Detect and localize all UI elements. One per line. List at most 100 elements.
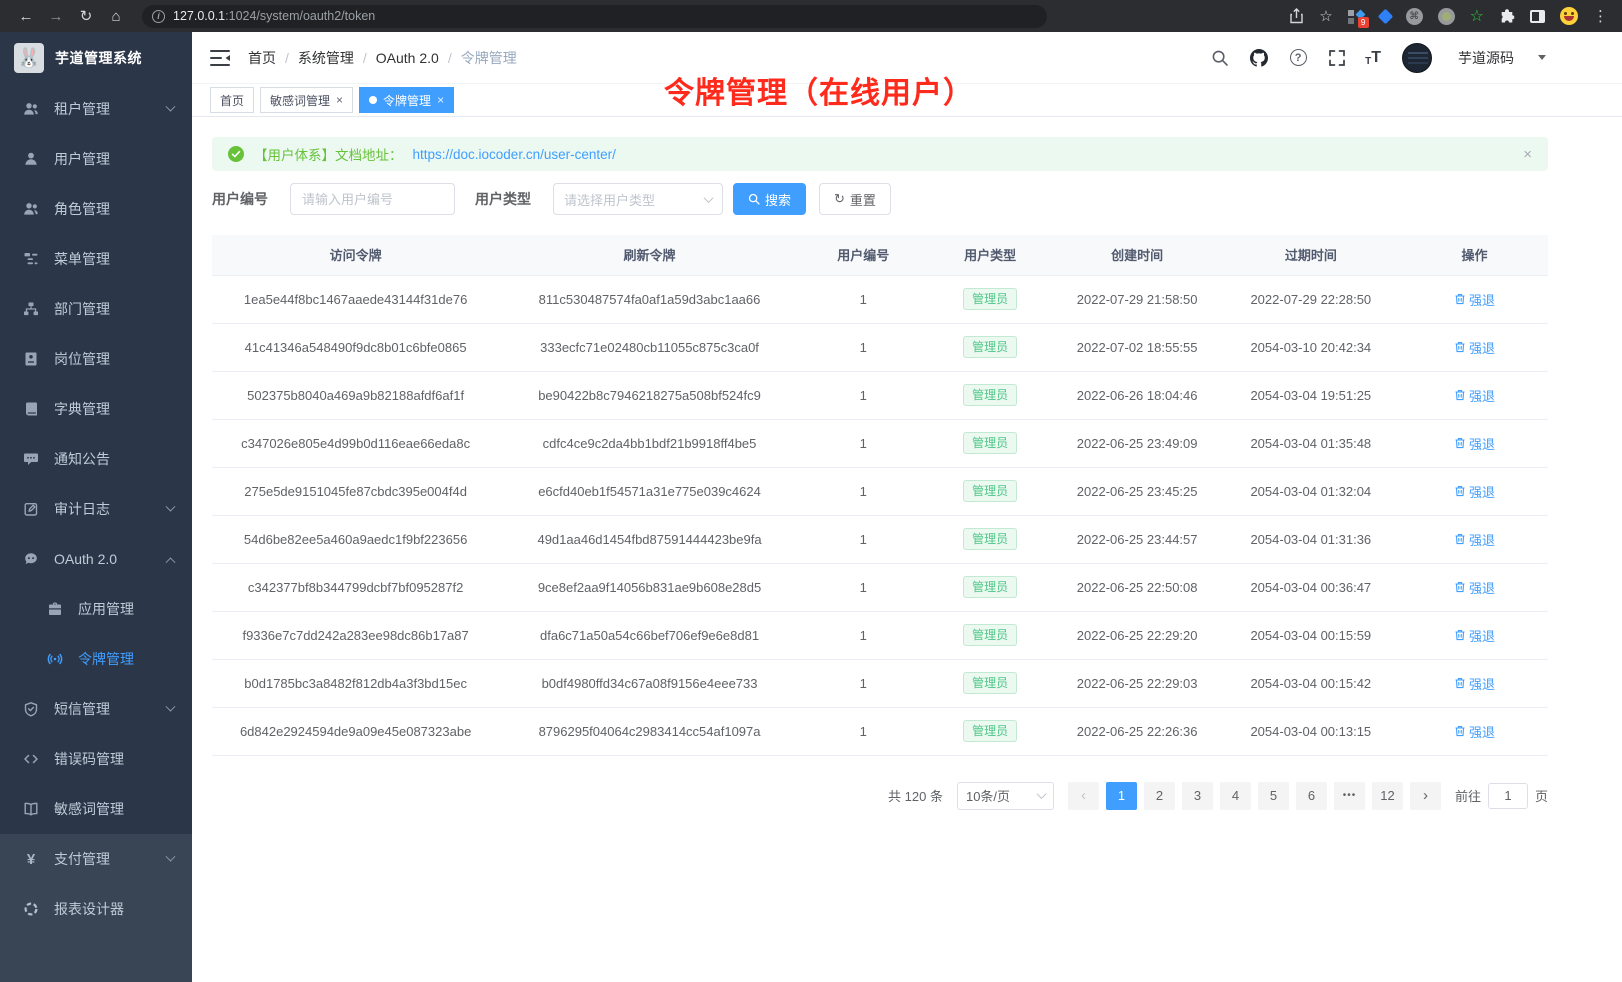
force-logout-button[interactable]: 强退	[1454, 530, 1495, 549]
sidebar-item-pay[interactable]: ¥ 支付管理	[0, 834, 192, 884]
breadcrumb-home[interactable]: 首页	[248, 48, 276, 68]
sidebar-item-dept[interactable]: 部门管理	[0, 284, 192, 334]
reset-button[interactable]: ↻ 重置	[819, 183, 891, 215]
red-annotation-text: 令牌管理（在线用户）	[664, 68, 974, 112]
edit-log-icon	[23, 501, 39, 517]
extension-badged-icon[interactable]: 9	[1348, 9, 1365, 24]
puzzle-extensions-icon[interactable]	[1499, 8, 1515, 24]
sidebar-item-user[interactable]: 用户管理	[0, 134, 192, 184]
sidebar-item-label: 审计日志	[54, 499, 110, 519]
browser-reload-button[interactable]: ↻	[74, 4, 98, 28]
sidebar-item-dict[interactable]: 字典管理	[0, 384, 192, 434]
force-logout-button[interactable]: 强退	[1454, 722, 1495, 741]
collapse-sidebar-icon[interactable]	[210, 49, 230, 67]
page-button-12[interactable]: 12	[1372, 782, 1403, 810]
sidebar-item-tenant[interactable]: 租户管理	[0, 84, 192, 134]
page-button-6[interactable]: 6	[1296, 782, 1327, 810]
share-icon[interactable]	[1289, 8, 1304, 24]
prev-page-button[interactable]: ‹	[1068, 782, 1099, 810]
help-icon[interactable]: ?	[1287, 47, 1309, 69]
force-logout-button[interactable]: 强退	[1454, 386, 1495, 405]
sidebar-item-oauth[interactable]: OAuth 2.0	[0, 534, 192, 584]
user-type-badge: 管理员	[963, 624, 1017, 647]
sidebar-item-notice[interactable]: 通知公告	[0, 434, 192, 484]
sidebar-item-oauth-apps[interactable]: 应用管理	[0, 584, 192, 634]
user-id-cell: 1	[800, 467, 927, 515]
github-icon[interactable]	[1248, 47, 1270, 69]
bookmark-star-icon[interactable]: ☆	[1319, 7, 1332, 25]
sidebar-item-post[interactable]: 岗位管理	[0, 334, 192, 384]
more-pages-button[interactable]: •••	[1334, 782, 1365, 810]
close-tab-icon[interactable]: ×	[336, 94, 343, 106]
close-alert-icon[interactable]: ×	[1523, 146, 1532, 163]
close-tab-icon[interactable]: ×	[437, 94, 444, 106]
page-info-icon[interactable]: i	[152, 10, 165, 23]
sidebar-item-sms[interactable]: 短信管理	[0, 684, 192, 734]
refresh-token-cell: 811c530487574fa0af1a59d3abc1aa66	[499, 275, 800, 323]
actions-cell: 强退	[1401, 515, 1548, 563]
next-page-button[interactable]: ›	[1410, 782, 1441, 810]
user-type-select[interactable]: 请选择用户类型	[553, 183, 723, 215]
page-button-4[interactable]: 4	[1220, 782, 1251, 810]
tab-sensitive-word[interactable]: 敏感词管理×	[260, 87, 353, 113]
sidebar-item-label: 用户管理	[54, 149, 110, 169]
page-button-1[interactable]: 1	[1106, 782, 1137, 810]
gem-extension-icon[interactable]	[1377, 8, 1393, 24]
sidebar-item-errorcode[interactable]: 错误码管理	[0, 734, 192, 784]
force-logout-button[interactable]: 强退	[1454, 482, 1495, 501]
page-button-5[interactable]: 5	[1258, 782, 1289, 810]
doc-link[interactable]: https://doc.iocoder.cn/user-center/	[413, 147, 616, 162]
browser-menu-kebab-icon[interactable]: ⋮	[1593, 7, 1608, 25]
username[interactable]: 芋道源码	[1458, 48, 1514, 68]
side-panel-icon[interactable]	[1530, 10, 1545, 23]
sidebar-item-report-designer[interactable]: 报表设计器	[0, 884, 192, 934]
sidebar-item-token[interactable]: 令牌管理	[0, 634, 192, 684]
green-star-extension-icon[interactable]: ☆	[1470, 6, 1484, 26]
force-logout-button[interactable]: 强退	[1454, 290, 1495, 309]
breadcrumb-separator: /	[285, 50, 289, 66]
tab-home[interactable]: 首页	[210, 87, 254, 113]
browser-back-button[interactable]: ←	[14, 4, 38, 28]
force-logout-button[interactable]: 强退	[1454, 434, 1495, 453]
breadcrumb-oauth[interactable]: OAuth 2.0	[376, 50, 439, 66]
access-token-cell: 54d6be82ee5a460a9aedc1f9bf223656	[212, 515, 499, 563]
force-logout-button[interactable]: 强退	[1454, 674, 1495, 693]
app-logo-row[interactable]: 🐰 芋道管理系统	[0, 32, 192, 84]
user-menu-caret-icon[interactable]	[1538, 55, 1546, 60]
breadcrumb-system[interactable]: 系统管理	[298, 48, 354, 68]
app-title: 芋道管理系统	[55, 48, 142, 68]
actions-cell: 强退	[1401, 275, 1548, 323]
command-extension-icon[interactable]: ⌘	[1406, 8, 1423, 25]
profile-emoji-avatar[interactable]	[1560, 7, 1578, 25]
extension-square-icon	[1348, 10, 1354, 16]
sidebar-item-role[interactable]: 角色管理	[0, 184, 192, 234]
address-bar[interactable]: i 127.0.0.1:1024/system/oauth2/token	[142, 5, 1047, 28]
sidebar-item-audit-log[interactable]: 审计日志	[0, 484, 192, 534]
browser-forward-button[interactable]: →	[44, 4, 68, 28]
avatar[interactable]	[1402, 43, 1432, 73]
user-type-badge: 管理员	[963, 528, 1017, 551]
page-button-2[interactable]: 2	[1144, 782, 1175, 810]
page-button-3[interactable]: 3	[1182, 782, 1213, 810]
fullscreen-icon[interactable]	[1326, 47, 1348, 69]
font-size-icon[interactable]: TT	[1365, 49, 1381, 67]
goto-label: 前往	[1455, 786, 1481, 805]
force-logout-button[interactable]: 强退	[1454, 338, 1495, 357]
user-id-cell: 1	[800, 707, 927, 755]
force-logout-button[interactable]: 强退	[1454, 626, 1495, 645]
page-size-select[interactable]: 10条/页	[957, 782, 1054, 810]
search-button[interactable]: 搜索	[733, 183, 806, 215]
record-extension-icon[interactable]	[1438, 8, 1455, 25]
goto-page-input[interactable]	[1488, 783, 1528, 809]
actions-cell: 强退	[1401, 659, 1548, 707]
sidebar-item-sensitive-word[interactable]: 敏感词管理	[0, 784, 192, 834]
force-logout-label: 强退	[1469, 530, 1495, 549]
force-logout-button[interactable]: 强退	[1454, 578, 1495, 597]
tab-token-active[interactable]: 令牌管理×	[359, 87, 454, 113]
search-button-label: 搜索	[765, 190, 791, 209]
browser-home-button[interactable]: ⌂	[104, 4, 128, 28]
user-id-cell: 1	[800, 515, 927, 563]
search-icon[interactable]	[1209, 47, 1231, 69]
user-id-input[interactable]	[290, 183, 455, 215]
sidebar-item-menu[interactable]: 菜单管理	[0, 234, 192, 284]
